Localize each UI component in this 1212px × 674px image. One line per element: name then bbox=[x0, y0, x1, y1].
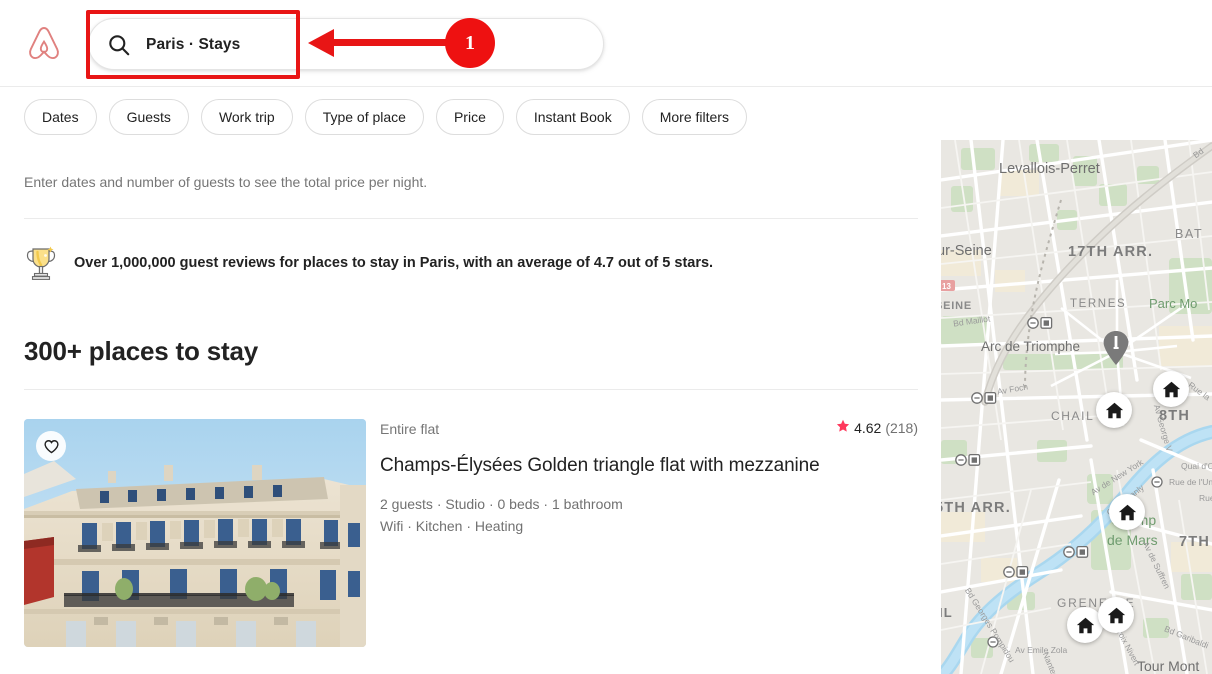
airbnb-belo-logo[interactable] bbox=[26, 25, 62, 63]
search-input[interactable]: Paris · Stays bbox=[146, 34, 240, 56]
haussmann-building-image bbox=[24, 419, 366, 647]
search-icon bbox=[108, 34, 130, 56]
star-icon bbox=[836, 419, 850, 436]
map-panel[interactable]: 13 bbox=[941, 140, 1212, 674]
house-pin-icon[interactable] bbox=[1098, 597, 1134, 633]
filter-pill-guests[interactable]: Guests bbox=[109, 99, 189, 135]
listing-info: Entire flat 4.62 (218) Champs-Élysées Go… bbox=[380, 419, 918, 537]
house-pin-icon[interactable] bbox=[1109, 494, 1145, 530]
filter-pill-price[interactable]: Price bbox=[436, 99, 504, 135]
site-header: Paris · Stays 1 bbox=[0, 0, 1212, 87]
rating-count: (218) bbox=[885, 420, 918, 436]
annotation-step-badge: 1 bbox=[445, 18, 495, 68]
listing-amenities: Wifi · Kitchen · Heating bbox=[380, 515, 918, 537]
wishlist-heart-icon[interactable] bbox=[36, 431, 66, 461]
listing-card[interactable]: Entire flat 4.62 (218) Champs-Élysées Go… bbox=[24, 419, 918, 659]
divider-top bbox=[24, 218, 918, 219]
annotation-arrow-line bbox=[330, 39, 463, 46]
airbnb-search-page: Paris · Stays 1 Dates Guests Work trip T… bbox=[0, 0, 1212, 674]
annotation-arrow-head bbox=[308, 29, 334, 57]
listing-meta: 2 guests · Studio · 0 beds · 1 bathroom bbox=[380, 493, 918, 515]
page-title: 300+ places to stay bbox=[24, 336, 258, 367]
trophy-icon bbox=[24, 244, 58, 282]
listing-photo[interactable] bbox=[24, 419, 366, 647]
divider-results bbox=[24, 389, 918, 390]
filter-bar: Dates Guests Work trip Type of place Pri… bbox=[24, 99, 747, 135]
house-pin-icon[interactable] bbox=[1096, 392, 1132, 428]
svg-text:13: 13 bbox=[942, 282, 951, 291]
rating-score: 4.62 bbox=[854, 420, 881, 436]
results-column: Enter dates and number of guests to see … bbox=[0, 150, 941, 674]
filter-pill-type-of-place[interactable]: Type of place bbox=[305, 99, 424, 135]
price-note: Enter dates and number of guests to see … bbox=[24, 172, 427, 192]
listing-title[interactable]: Champs-Élysées Golden triangle flat with… bbox=[380, 453, 918, 479]
review-banner-text: Over 1,000,000 guest reviews for places … bbox=[74, 253, 713, 273]
filter-pill-instant-book[interactable]: Instant Book bbox=[516, 99, 630, 135]
listing-rating: 4.62 (218) bbox=[836, 419, 918, 436]
filter-pill-work-trip[interactable]: Work trip bbox=[201, 99, 293, 135]
filter-pill-dates[interactable]: Dates bbox=[24, 99, 97, 135]
review-banner: Over 1,000,000 guest reviews for places … bbox=[24, 244, 713, 282]
monument-pin-icon[interactable] bbox=[1102, 330, 1130, 366]
map-canvas: 13 bbox=[941, 140, 1212, 674]
house-pin-icon[interactable] bbox=[1153, 371, 1189, 407]
filter-pill-more-filters[interactable]: More filters bbox=[642, 99, 747, 135]
